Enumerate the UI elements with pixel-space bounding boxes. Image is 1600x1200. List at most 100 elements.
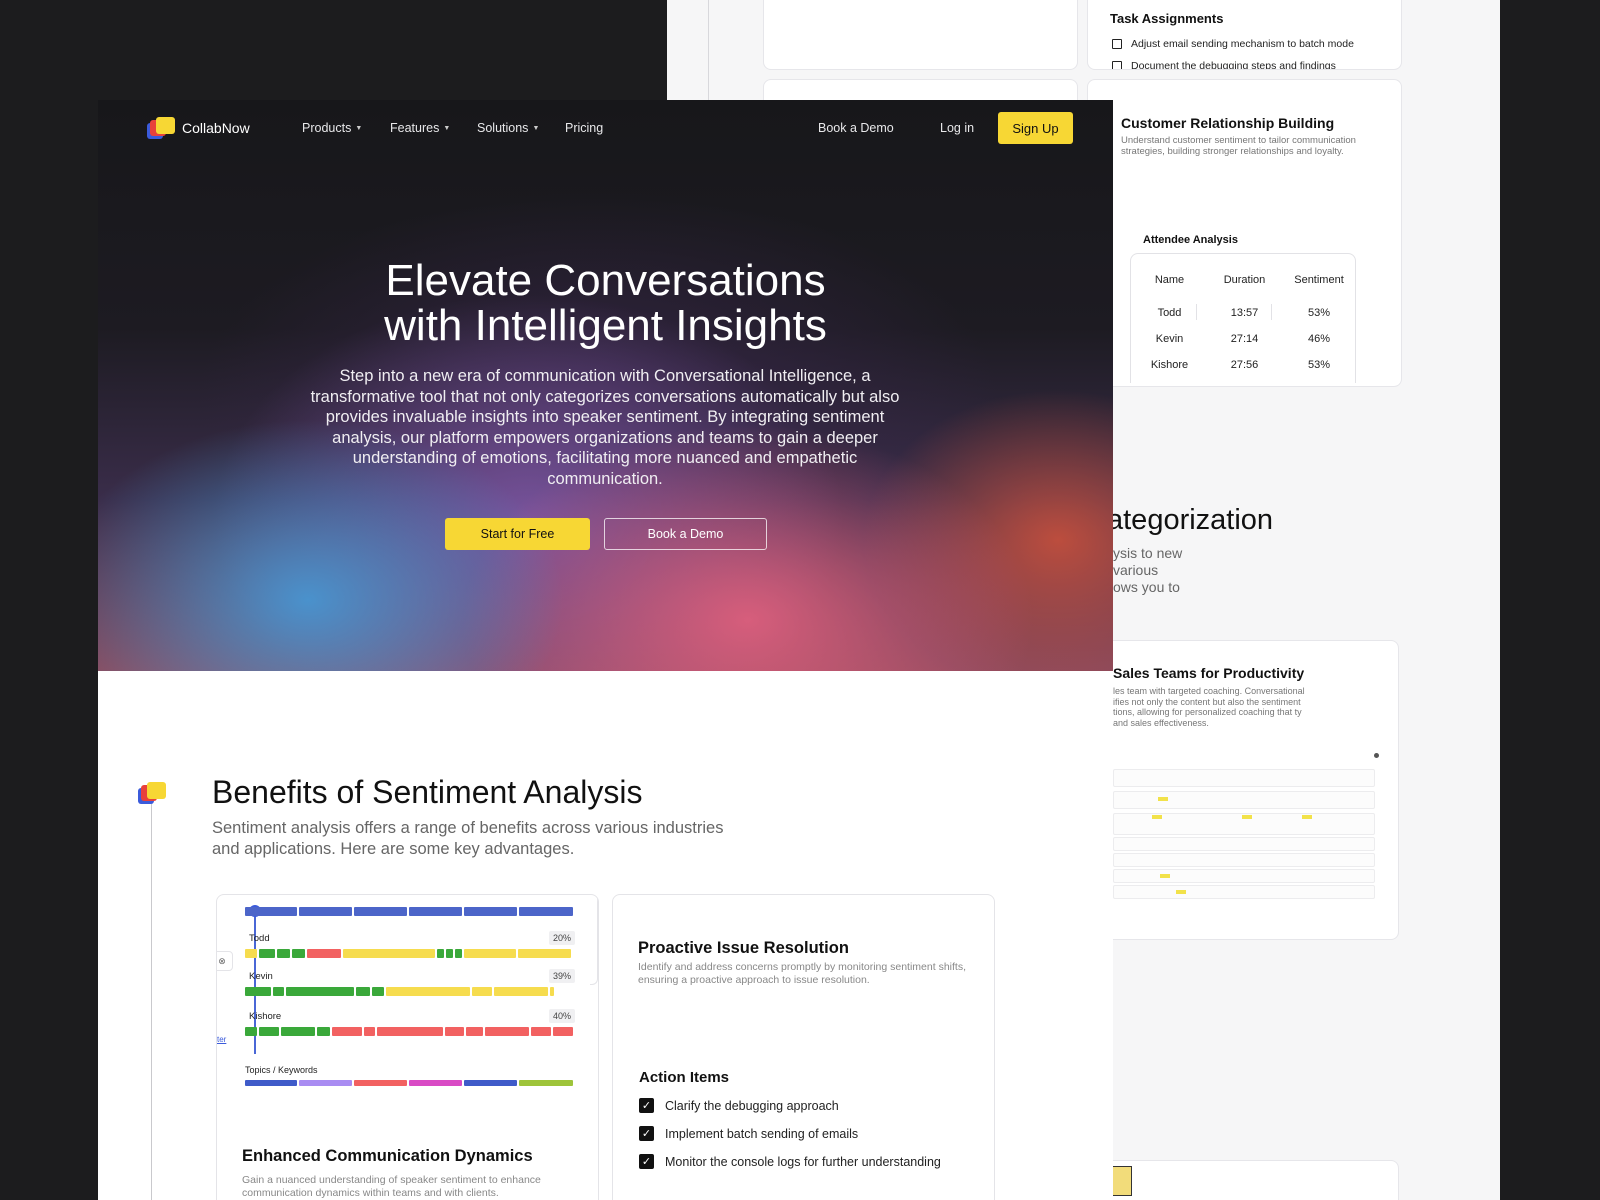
card-description: Gain a nuanced understanding of speaker … bbox=[242, 1174, 541, 1199]
speaker-sentiment-bar bbox=[245, 1027, 573, 1036]
task-assignments-card: Task Assignments Adjust email sending me… bbox=[1087, 0, 1402, 70]
attendee-table: Name Duration Sentiment Todd 13:57 53% K… bbox=[1130, 253, 1356, 383]
collabnow-logo-icon bbox=[138, 782, 168, 806]
card-description: Understand customer sentiment to tailor … bbox=[1121, 135, 1356, 157]
cell: 46% bbox=[1307, 333, 1331, 345]
topics-keywords-bar bbox=[245, 1080, 573, 1089]
timeline-line bbox=[708, 0, 709, 100]
cell: Kevin bbox=[1155, 333, 1184, 345]
collapse-handle-icon[interactable]: ⊗ bbox=[217, 951, 233, 971]
card-description: Identify and address concerns promptly b… bbox=[638, 961, 966, 986]
speaker-percentage-badge: 39% bbox=[548, 969, 575, 983]
start-free-button[interactable]: Start for Free bbox=[445, 518, 590, 550]
checkbox-checked-icon[interactable]: ✓ bbox=[639, 1126, 654, 1141]
nav-label: Features bbox=[390, 121, 440, 135]
categorization-heading: ategorization bbox=[1107, 504, 1274, 536]
action-label: Implement batch sending of emails bbox=[665, 1126, 859, 1141]
card-title: Proactive Issue Resolution bbox=[638, 939, 849, 957]
action-item[interactable]: ✓ Clarify the debugging approach bbox=[639, 1098, 839, 1113]
hero-section: CollabNow Products ▼ Features ▼ Solution… bbox=[98, 100, 1113, 671]
nav-item-pricing[interactable]: Pricing bbox=[565, 121, 603, 135]
hero-title: Elevate Conversations with Intelligent I… bbox=[98, 258, 1113, 348]
checkbox[interactable] bbox=[1112, 61, 1122, 69]
categorization-line: various bbox=[1113, 562, 1159, 578]
transcript-row bbox=[1113, 853, 1375, 867]
bottom-card-placeholder bbox=[1087, 1160, 1399, 1200]
task-label: Adjust email sending mechanism to batch … bbox=[1131, 38, 1354, 50]
checkbox[interactable] bbox=[1112, 39, 1122, 49]
landing-page: CollabNow Products ▼ Features ▼ Solution… bbox=[98, 100, 1113, 1200]
table-header: Name Duration Sentiment bbox=[1131, 274, 1357, 286]
action-label: Monitor the console logs for further und… bbox=[665, 1154, 941, 1169]
chevron-down-icon: ▼ bbox=[532, 124, 540, 132]
task-assignments-title: Task Assignments bbox=[1110, 11, 1224, 26]
checkbox-checked-icon[interactable]: ✓ bbox=[639, 1154, 654, 1169]
column-header: Sentiment bbox=[1294, 274, 1344, 286]
panel-edge bbox=[590, 895, 598, 985]
cell: 53% bbox=[1307, 359, 1331, 371]
sales-teams-card: Sales Teams for Productivity les team wi… bbox=[1087, 640, 1399, 940]
speaker-name: Todd bbox=[249, 933, 270, 944]
top-navigation: CollabNow Products ▼ Features ▼ Solution… bbox=[98, 100, 1113, 158]
card-title: Sales Teams for Productivity bbox=[1113, 665, 1305, 681]
enhanced-communication-card: ⊗ ter Todd 20% Kevin 39% Kishore 40% Top… bbox=[216, 894, 599, 1200]
table-row: Todd 13:57 53% bbox=[1131, 307, 1357, 319]
section-description: Sentiment analysis offers a range of ben… bbox=[212, 819, 724, 858]
column-header: Name bbox=[1154, 274, 1185, 286]
hero-description: Step into a new era of communication wit… bbox=[310, 367, 900, 488]
column-header: Duration bbox=[1223, 274, 1266, 286]
speaker-sentiment-bar bbox=[245, 949, 571, 958]
dot-icon bbox=[1374, 753, 1379, 758]
nav-label: Pricing bbox=[565, 121, 604, 135]
card-description: les team with targeted coaching. Convers… bbox=[1113, 686, 1305, 728]
nav-label: Products bbox=[302, 121, 352, 135]
chevron-down-icon: ▼ bbox=[443, 124, 451, 132]
transcript-row bbox=[1113, 791, 1375, 809]
book-demo-link[interactable]: Book a Demo bbox=[818, 121, 894, 135]
card-title: Enhanced Communication Dynamics bbox=[242, 1147, 533, 1165]
nav-item-solutions[interactable]: Solutions ▼ bbox=[477, 121, 539, 135]
nav-item-products[interactable]: Products ▼ bbox=[302, 121, 362, 135]
action-items-title: Action Items bbox=[639, 1069, 730, 1086]
signup-button[interactable]: Sign Up bbox=[998, 112, 1073, 144]
categorization-line: ysis to new bbox=[1113, 545, 1183, 561]
speaker-sentiment-bar bbox=[245, 987, 554, 996]
transcript-row bbox=[1113, 813, 1375, 835]
brand-name[interactable]: CollabNow bbox=[182, 120, 250, 136]
table-row: Kevin 27:14 46% bbox=[1131, 333, 1357, 345]
book-demo-button[interactable]: Book a Demo bbox=[604, 518, 767, 550]
categorization-line: ows you to bbox=[1113, 579, 1180, 595]
cell: Todd bbox=[1157, 307, 1182, 319]
nav-label: Solutions bbox=[477, 121, 529, 135]
checkbox-checked-icon[interactable]: ✓ bbox=[639, 1098, 654, 1113]
cell: Kishore bbox=[1150, 359, 1189, 371]
table-row: Kishore 27:56 53% bbox=[1131, 359, 1357, 371]
transcript-row bbox=[1113, 769, 1375, 787]
transcript-row bbox=[1113, 869, 1375, 883]
login-link[interactable]: Log in bbox=[940, 121, 974, 135]
task-item[interactable]: Adjust email sending mechanism to batch … bbox=[1112, 38, 1354, 50]
section-timeline-line bbox=[151, 800, 152, 1200]
timeline-progress-bar bbox=[245, 907, 573, 916]
sentiment-timeline: Todd 20% Kevin 39% Kishore 40% Topics / … bbox=[245, 903, 575, 1086]
speaker-name: Kevin bbox=[249, 971, 273, 982]
speaker-name: Kishore bbox=[249, 1011, 282, 1022]
cell: 27:56 bbox=[1230, 359, 1259, 371]
cell: 13:57 bbox=[1230, 307, 1259, 319]
collabnow-logo-icon[interactable] bbox=[147, 117, 177, 141]
card-title: Customer Relationship Building bbox=[1121, 115, 1335, 131]
action-item[interactable]: ✓ Monitor the console logs for further u… bbox=[639, 1154, 941, 1169]
nav-item-features[interactable]: Features ▼ bbox=[390, 121, 450, 135]
action-item[interactable]: ✓ Implement batch sending of emails bbox=[639, 1126, 858, 1141]
transcript-row bbox=[1113, 885, 1375, 899]
cell: 53% bbox=[1307, 307, 1331, 319]
action-label: Clarify the debugging approach bbox=[665, 1098, 839, 1113]
link-fragment[interactable]: ter bbox=[217, 1035, 226, 1044]
task-item[interactable]: Document the debugging steps and finding… bbox=[1112, 60, 1336, 70]
speaker-percentage-badge: 40% bbox=[548, 1009, 575, 1023]
task-label: Document the debugging steps and finding… bbox=[1131, 60, 1336, 70]
hero-title-line: with Intelligent Insights bbox=[384, 301, 827, 350]
topics-label: Topics / Keywords bbox=[245, 1065, 318, 1075]
hero-title-line: Elevate Conversations bbox=[385, 256, 826, 305]
customer-relationship-card: Customer Relationship Building Understan… bbox=[1087, 79, 1402, 387]
